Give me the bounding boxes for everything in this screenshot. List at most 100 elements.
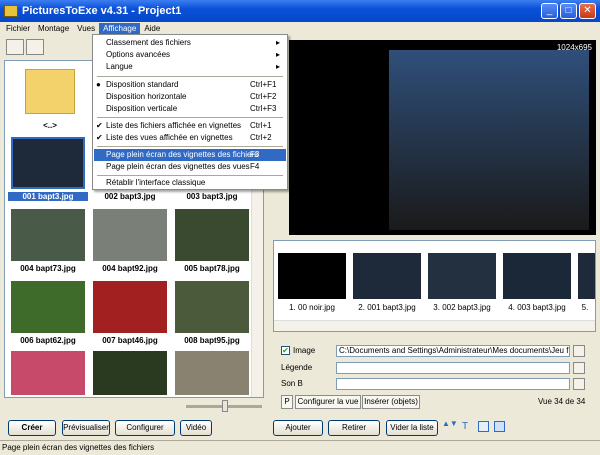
image-checkbox[interactable]: ✔ [281,346,290,355]
menu-item-label: Options avancées [106,50,171,59]
configure-button[interactable]: Configurer [115,420,175,436]
menu-separator [97,117,283,118]
radio-dot-icon: ● [96,80,101,89]
sonb-browse-icon[interactable] [573,378,585,390]
slide-thumbnail[interactable] [503,253,571,299]
image-label: Image [293,346,316,355]
file-thumbnail-label: 006 bapt62.jpg [20,336,76,345]
menu-item-label: Page plein écran des vignettes des fichi… [106,150,259,159]
sonb-label: Son B [281,379,303,388]
file-thumbnail[interactable] [11,351,85,395]
checkmark-icon: ✔ [96,121,103,130]
remove-button[interactable]: Retirer [328,420,380,436]
slide-thumbnail[interactable] [278,253,346,299]
browse-image-icon[interactable] [573,345,585,357]
menu-item-interface-classique[interactable]: Rétablir l'interface classique [94,177,286,189]
folder-tree-icon[interactable] [26,39,44,55]
menu-item-liste-vues-vignettes[interactable]: ✔ Liste des vues affichée en vignettes C… [94,132,286,144]
image-path-field[interactable]: C:\Documents and Settings\Administrateur… [336,345,570,357]
menu-item-label: Rétablir l'interface classique [106,178,206,187]
tab-configure-view[interactable]: Configurer la vue [295,395,361,409]
tab-p[interactable]: P [281,395,293,409]
menu-item-langue[interactable]: Langue ▸ [94,61,286,73]
menu-item-label: Liste des fichiers affichée en vignettes [106,121,242,130]
properties-icon[interactable] [494,421,505,432]
menu-item-disposition-horizontale[interactable]: Disposition horizontale Ctrl+F2 [94,91,286,103]
menu-item-disposition-standard[interactable]: ● Disposition standard Ctrl+F1 [94,79,286,91]
menu-item-classement[interactable]: Classement des fichiers ▸ [94,37,286,49]
copy-icon[interactable] [478,421,489,432]
sonb-field[interactable] [336,378,570,390]
text-tool-icon[interactable]: T [462,421,468,432]
move-up-down-icon[interactable]: ▲▼ [442,420,458,436]
clear-list-button[interactable]: Vider la liste [386,420,438,436]
preview-image [389,50,589,230]
slides-scrollbar[interactable] [274,320,595,331]
menu-bar: Fichier Montage Vues Affichage Aide [0,22,600,35]
file-thumbnail[interactable] [175,351,249,395]
menu-item-options-avancees[interactable]: Options avancées ▸ [94,49,286,61]
menu-item-label: Disposition standard [106,80,179,89]
slide-thumbnail[interactable] [578,253,595,299]
file-thumbnail-label: 003 bapt3.jpg [186,192,238,201]
file-thumbnail[interactable] [93,281,167,333]
file-thumbnail[interactable] [11,209,85,261]
file-thumbnail[interactable] [11,137,85,189]
view-counter: Vue 34 de 34 [538,397,586,406]
menu-affichage[interactable]: Affichage [99,22,141,35]
menu-vues[interactable]: Vues [73,23,99,35]
menu-separator [97,146,283,147]
menu-item-disposition-verticale[interactable]: Disposition verticale Ctrl+F3 [94,103,286,115]
menu-fichier[interactable]: Fichier [2,23,34,35]
close-button[interactable]: ✕ [579,3,596,19]
preview-button[interactable]: Prévisualiser [62,420,110,436]
folder-up-icon[interactable] [6,39,24,55]
file-thumbnail[interactable] [93,351,167,395]
file-thumbnail[interactable] [175,281,249,333]
menu-item-plein-ecran-fichiers[interactable]: Page plein écran des vignettes des fichi… [94,149,286,161]
menu-shortcut: F3 [250,150,260,159]
file-thumbnail-label: 008 bapt95.jpg [184,336,240,345]
menu-item-label: Liste des vues affichée en vignettes [106,133,233,142]
tab-insert-objects[interactable]: Insérer (objets) [362,395,420,409]
add-button[interactable]: Ajouter [273,420,323,436]
slide-thumbnail[interactable] [353,253,421,299]
menu-item-label: Page plein écran des vignettes des vues [106,162,250,171]
slide-properties: ✔ Image C:\Documents and Settings\Admini… [273,337,596,415]
submenu-arrow-icon: ▸ [275,50,280,59]
slide-label: 3. 002 bapt3.jpg [433,303,491,312]
slide-label: 4. 003 bapt3.jpg [508,303,566,312]
file-thumbnail[interactable] [175,209,249,261]
window-title: PicturesToExe v4.31 - Project1 [22,5,182,17]
menu-item-liste-fichiers-vignettes[interactable]: ✔ Liste des fichiers affichée en vignett… [94,120,286,132]
menu-shortcut: Ctrl+F3 [250,104,277,113]
legend-field[interactable] [336,362,570,374]
status-text: Page plein écran des vignettes des fichi… [2,443,155,452]
file-thumbnail-label: 005 bapt78.jpg [184,264,240,273]
menu-shortcut: Ctrl+2 [250,133,272,142]
slide-thumbnail[interactable] [428,253,496,299]
slide-label: 1. 00 noir.jpg [289,303,335,312]
file-thumbnail-label: 004 bapt92.jpg [102,264,158,273]
menu-item-plein-ecran-vues[interactable]: Page plein écran des vignettes des vues … [94,161,286,173]
menu-shortcut: Ctrl+1 [250,121,272,130]
file-thumbnail[interactable] [93,209,167,261]
menu-separator [97,175,283,176]
legend-edit-icon[interactable] [573,362,585,374]
menu-shortcut: Ctrl+F2 [250,92,277,101]
menu-aide[interactable]: Aide [140,23,164,35]
file-thumbnail-label: 002 bapt3.jpg [104,192,156,201]
parent-folder-icon[interactable] [25,69,75,114]
maximize-button[interactable]: □ [560,3,577,19]
create-button[interactable]: Créer [8,420,56,436]
slider-thumb[interactable] [222,400,228,412]
title-bar: PicturesToExe v4.31 - Project1 [0,0,600,22]
checkmark-icon: ✔ [96,133,103,142]
file-thumbnail[interactable] [11,281,85,333]
minimize-button[interactable]: _ [541,3,558,19]
slide-label: 5. [581,303,589,312]
menu-montage[interactable]: Montage [34,23,73,35]
preview-area: 1024x695 [289,40,596,235]
video-button[interactable]: Vidéo [180,420,212,436]
submenu-arrow-icon: ▸ [275,62,280,71]
